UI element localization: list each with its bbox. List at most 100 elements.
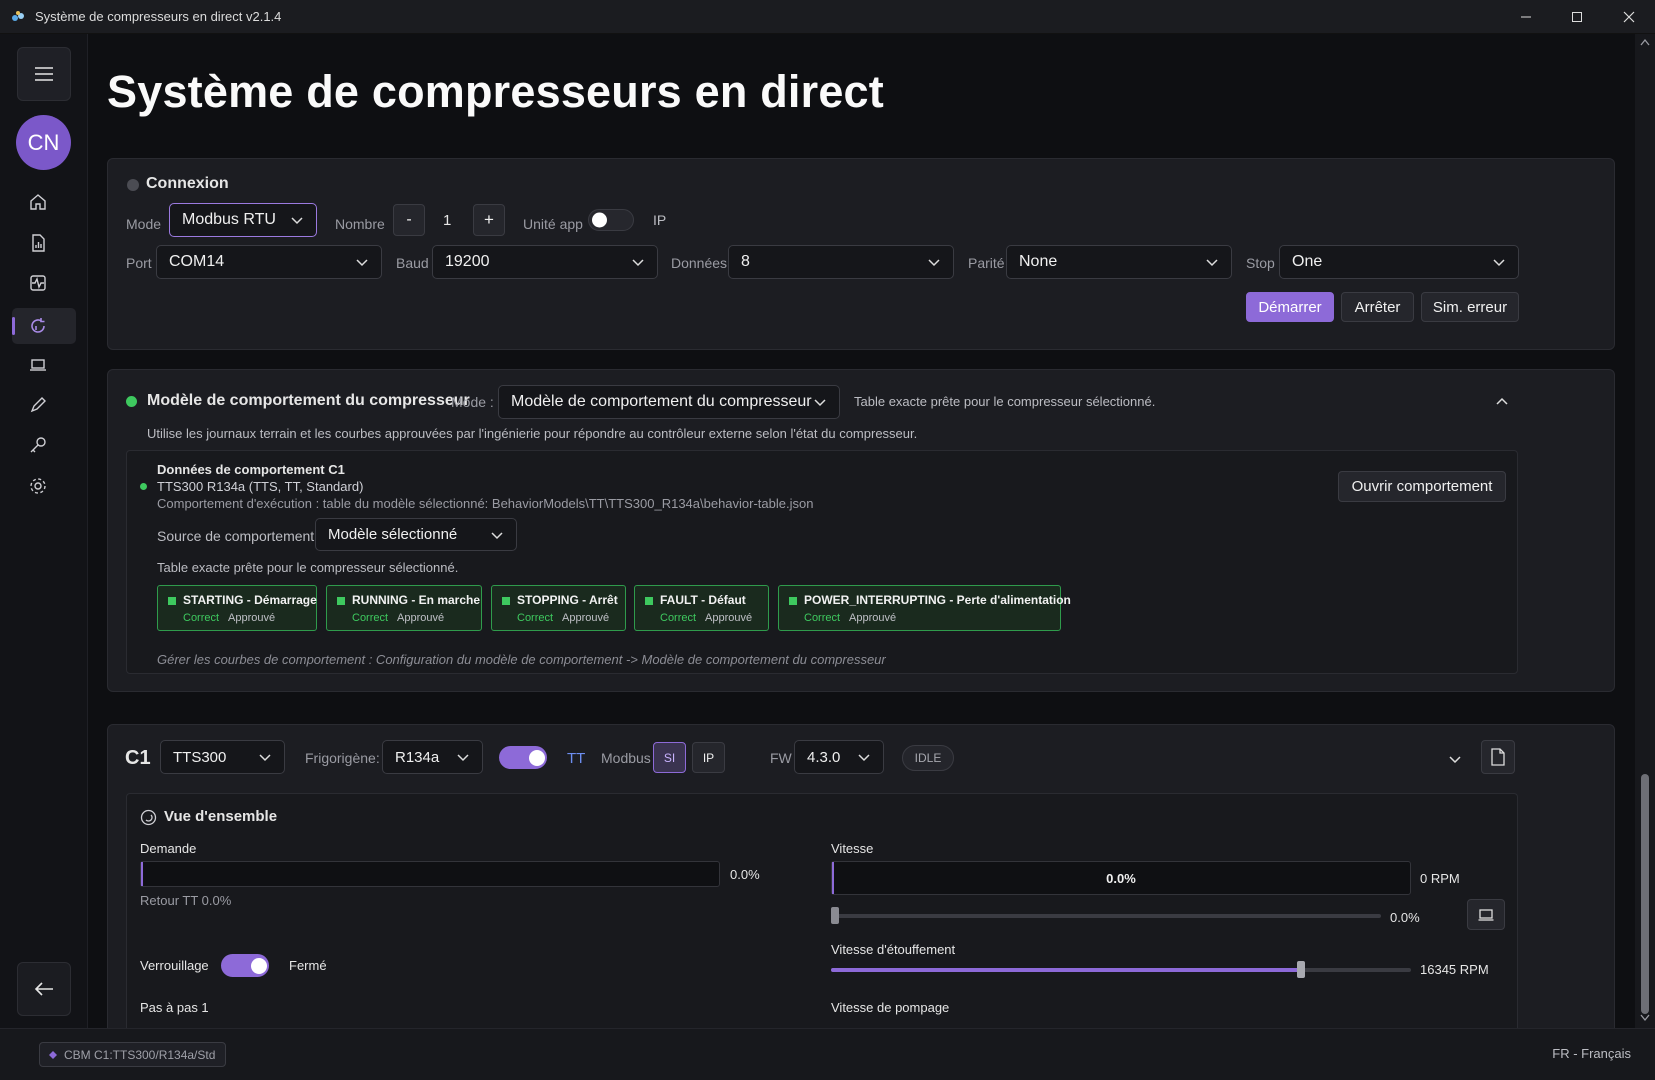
sidebar-item-settings[interactable] [22, 470, 54, 502]
stop-label: Stop [1246, 255, 1275, 271]
compressor-c1-card: C1 TTS300 Frigorigène: R134a TT Modbus S… [107, 724, 1615, 1028]
connection-title: Connexion [146, 175, 229, 192]
mode-label: Mode [126, 216, 162, 232]
back-button[interactable] [17, 962, 71, 1016]
tt-toggle[interactable] [499, 746, 547, 769]
overview-panel: Vue d'ensemble Demande 0.0% Retour TT 0.… [126, 793, 1518, 1028]
demande-bar-fill [141, 862, 143, 886]
vitesse-monitor-button[interactable] [1467, 899, 1505, 930]
refrigerant-label: Frigorigène: [305, 750, 380, 766]
stop-button[interactable]: Arrêter [1341, 292, 1414, 322]
state-correct: Correct [183, 612, 220, 624]
language-indicator[interactable]: FR - Français [1552, 1046, 1631, 1061]
sidebar-item-report[interactable] [22, 227, 54, 259]
close-button[interactable] [1603, 0, 1655, 34]
document-button[interactable] [1481, 740, 1515, 774]
unite-app-toggle[interactable] [588, 209, 634, 231]
fw-select[interactable]: 4.3.0 [794, 740, 884, 774]
state-running[interactable]: RUNNING - En marche Correct Approuvé [326, 585, 482, 631]
behavior-mode-label: Mode : [451, 394, 494, 410]
behavior-ready-text: Table exacte prête pour le compresseur s… [854, 394, 1156, 409]
scroll-up-icon[interactable] [1640, 38, 1650, 46]
maximize-button[interactable] [1551, 0, 1603, 34]
sidebar-item-pen[interactable] [22, 389, 54, 421]
hamburger-menu-button[interactable] [17, 47, 71, 101]
chevron-down-icon [928, 259, 940, 267]
increment-button[interactable]: + [473, 204, 505, 236]
donnees-select[interactable]: 8 [728, 245, 954, 279]
start-button[interactable]: Démarrer [1246, 292, 1334, 322]
vitesse-slider-thumb[interactable] [831, 907, 839, 924]
minimize-button[interactable] [1500, 0, 1552, 34]
etouffement-label: Vitesse d'étouffement [831, 942, 956, 957]
mode-select[interactable]: Modbus RTU [169, 203, 317, 237]
decrement-button[interactable]: - [393, 204, 425, 236]
menu-icon [35, 67, 53, 81]
selection-indicator [12, 317, 15, 335]
state-correct: Correct [804, 612, 841, 624]
sidebar-item-live-selected[interactable] [12, 308, 76, 344]
sidebar-item-activity[interactable] [22, 267, 54, 299]
chevron-up-icon[interactable] [1494, 393, 1510, 409]
behavior-mode-select[interactable]: Modèle de comportement du compresseur [498, 385, 840, 419]
chevron-down-icon[interactable] [1447, 751, 1463, 767]
si-button[interactable]: SI [653, 742, 686, 773]
sidebar-item-key[interactable] [22, 429, 54, 461]
state-stopping[interactable]: STOPPING - Arrêt Correct Approuvé [491, 585, 626, 631]
donnees-label: Données [671, 255, 728, 271]
pompage-label: Vitesse de pompage [831, 1000, 950, 1015]
main-content: Système de compresseurs en direct Connex… [88, 34, 1635, 1028]
sidebar-item-home[interactable] [22, 186, 54, 218]
compressor-model-select[interactable]: TTS300 [160, 740, 285, 774]
toggle-knob [251, 957, 267, 974]
state-indicator [168, 597, 176, 605]
state-approved: Approuvé [228, 612, 276, 624]
behavior-card: Modèle de comportement du compresseur Mo… [107, 369, 1615, 692]
maximize-icon [1572, 12, 1582, 22]
ip-button[interactable]: IP [692, 742, 725, 773]
baud-select[interactable]: 19200 [432, 245, 658, 279]
etouffement-slider-track[interactable] [831, 968, 1411, 972]
source-select[interactable]: Modèle sélectionné [315, 518, 517, 551]
vertical-scrollbar[interactable] [1635, 34, 1655, 1028]
behavior-mode-value: Modèle de comportement du compresseur [511, 393, 812, 410]
scroll-down-icon[interactable] [1640, 1014, 1650, 1022]
refrigerant-select[interactable]: R134a [382, 740, 483, 774]
sidebar-item-laptop[interactable] [22, 349, 54, 381]
chevron-down-icon [491, 531, 503, 539]
verrouillage-toggle[interactable] [221, 954, 269, 977]
simulate-error-button[interactable]: Sim. erreur [1421, 292, 1519, 322]
demande-bar [140, 861, 720, 887]
state-indicator [337, 597, 345, 605]
avatar[interactable]: CN [16, 115, 71, 170]
cbm-chip[interactable]: CBM C1:TTS300/R134a/Std [39, 1042, 227, 1067]
open-behavior-button[interactable]: Ouvrir comportement [1338, 471, 1506, 502]
stop-select[interactable]: One [1279, 245, 1519, 279]
toggle-knob [529, 749, 545, 766]
tt-label: TT [567, 750, 586, 767]
parite-select[interactable]: None [1006, 245, 1232, 279]
vitesse-slider-track[interactable] [831, 914, 1381, 918]
window-title: Système de compresseurs en direct v2.1.4 [35, 9, 282, 24]
etouffement-slider-thumb[interactable] [1296, 961, 1305, 978]
sidebar: CN [0, 34, 88, 1028]
vitesse-bar: 0.0% [831, 861, 1411, 895]
nombre-value[interactable]: 1 [443, 212, 451, 229]
scrollbar-thumb[interactable] [1641, 774, 1649, 1014]
state-name: POWER_INTERRUPTING - Perte d'alimentatio… [804, 593, 1071, 607]
behavior-data-panel: Données de comportement C1 TTS300 R134a … [126, 450, 1518, 674]
chevron-down-icon [259, 754, 271, 762]
state-starting[interactable]: STARTING - Démarrage Correct Approuvé [157, 585, 317, 631]
state-power-interrupting[interactable]: POWER_INTERRUPTING - Perte d'alimentatio… [778, 585, 1071, 631]
etouffement-slider-fill [831, 968, 1301, 972]
behavior-description: Utilise les journaux terrain et les cour… [147, 426, 918, 441]
state-fault[interactable]: FAULT - Défaut Correct Approuvé [634, 585, 769, 631]
retour-tt-label: Retour TT 0.0% [140, 893, 232, 908]
state-name: STARTING - Démarrage [183, 593, 317, 607]
verrouillage-state: Fermé [289, 958, 327, 973]
settings-icon [30, 478, 46, 494]
vitesse-bar-text: 0.0% [1106, 870, 1136, 886]
port-select[interactable]: COM14 [156, 245, 382, 279]
verrouillage-label: Verrouillage [140, 958, 209, 973]
parite-label: Parité [968, 255, 1005, 271]
